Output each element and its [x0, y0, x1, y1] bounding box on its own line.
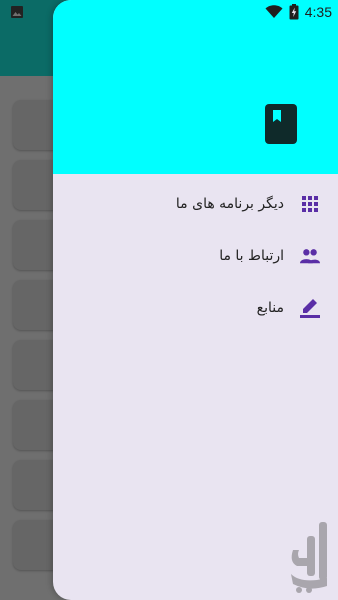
menu-item-label: دیگر برنامه های ما	[175, 196, 284, 212]
menu-item-other-apps[interactable]: دیگر برنامه های ما	[53, 178, 338, 230]
bookmark-book-icon	[265, 104, 297, 144]
menu-item-sources[interactable]: منابع	[53, 282, 338, 334]
image-notification-icon	[11, 6, 23, 18]
drawer-menu: دیگر برنامه های ما ارتباط با ما منابع	[53, 178, 338, 334]
app-watermark-logo	[291, 522, 327, 593]
drawer-header	[53, 0, 338, 174]
menu-item-contact-us[interactable]: ارتباط با ما	[53, 230, 338, 282]
apps-grid-icon	[300, 194, 320, 214]
navigation-drawer[interactable]: دیگر برنامه های ما ارتباط با ما منابع	[53, 0, 338, 600]
people-icon	[300, 246, 320, 266]
menu-item-label: ارتباط با ما	[219, 248, 284, 264]
edit-pen-icon	[300, 298, 320, 318]
menu-item-label: منابع	[256, 300, 284, 316]
battery-charging-icon	[289, 4, 299, 20]
wifi-icon	[265, 5, 283, 18]
status-time: 4:35	[304, 4, 332, 20]
status-bar: 4:35	[0, 0, 338, 24]
